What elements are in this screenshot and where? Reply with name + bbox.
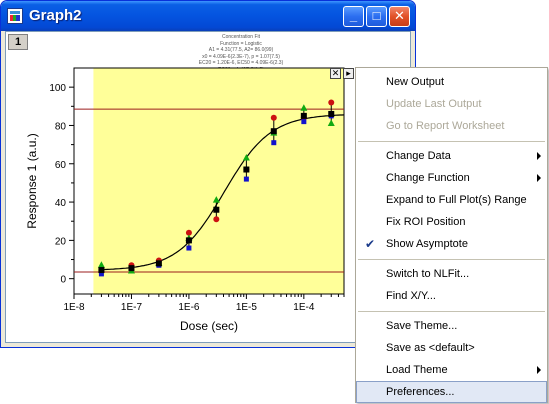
y-axis-title: Response 1 (a.u.) bbox=[25, 133, 39, 228]
data-point-circle[interactable] bbox=[270, 114, 277, 121]
menu-item-change-function[interactable]: Change Function bbox=[356, 167, 547, 189]
y-tick-label: 20 bbox=[55, 236, 67, 247]
y-tick-label: 100 bbox=[49, 83, 66, 94]
menu-item-switch-to-nlfit[interactable]: Switch to NLFit... bbox=[356, 263, 547, 285]
close-button[interactable]: ✕ bbox=[389, 6, 410, 27]
menu-item-preferences[interactable]: Preferences... bbox=[356, 381, 547, 403]
data-point-square[interactable] bbox=[301, 119, 307, 125]
data-point-square[interactable] bbox=[270, 128, 277, 135]
data-point-square[interactable] bbox=[243, 176, 249, 182]
submenu-arrow-icon bbox=[537, 174, 541, 182]
roi-context-menu: New Output Update Last Output Go to Repo… bbox=[355, 67, 548, 403]
data-point-square[interactable] bbox=[98, 267, 105, 274]
menu-item-fix-roi-position[interactable]: Fix ROI Position bbox=[356, 211, 547, 233]
x-tick-label: 1E-7 bbox=[121, 302, 143, 313]
y-tick-label: 0 bbox=[60, 275, 66, 286]
x-axis-title: Dose (sec) bbox=[180, 319, 238, 333]
data-point-square[interactable] bbox=[328, 110, 335, 117]
roi-region[interactable] bbox=[93, 68, 344, 294]
x-tick-label: 1E-5 bbox=[236, 302, 258, 313]
x-tick-label: 1E-6 bbox=[178, 302, 200, 313]
menu-item-load-theme[interactable]: Load Theme bbox=[356, 359, 547, 381]
data-point-square[interactable] bbox=[185, 237, 192, 244]
data-point-circle[interactable] bbox=[328, 99, 335, 106]
menu-separator bbox=[358, 311, 545, 312]
data-point-circle[interactable] bbox=[213, 216, 220, 223]
menu-item-save-as-default[interactable]: Save as <default> bbox=[356, 337, 547, 359]
data-point-square[interactable] bbox=[300, 112, 307, 119]
menu-separator bbox=[358, 259, 545, 260]
menu-item-expand-to-full-range[interactable]: Expand to Full Plot(s) Range bbox=[356, 189, 547, 211]
y-tick-label: 40 bbox=[55, 198, 67, 209]
minimize-button[interactable]: _ bbox=[343, 6, 364, 27]
menu-item-save-theme[interactable]: Save Theme... bbox=[356, 315, 547, 337]
x-tick-label: 1E-8 bbox=[63, 302, 85, 313]
data-point-square[interactable] bbox=[155, 260, 162, 267]
menu-item-change-data[interactable]: Change Data bbox=[356, 145, 547, 167]
data-point-square[interactable] bbox=[186, 245, 192, 251]
roi-menu-arrow-icon[interactable]: ▸ bbox=[343, 68, 354, 79]
graph-window-icon[interactable] bbox=[7, 8, 23, 24]
y-tick-label: 80 bbox=[55, 121, 67, 132]
menu-separator bbox=[358, 141, 545, 142]
menu-item-new-output[interactable]: New Output bbox=[356, 71, 547, 93]
submenu-arrow-icon bbox=[537, 366, 541, 374]
data-point-square[interactable] bbox=[213, 206, 220, 213]
title-bar[interactable]: Graph2 _ □ ✕ bbox=[1, 1, 415, 31]
data-point-square[interactable] bbox=[128, 265, 135, 272]
menu-item-go-to-report-worksheet[interactable]: Go to Report Worksheet bbox=[356, 115, 547, 137]
roi-close-icon[interactable]: ✕ bbox=[330, 68, 341, 79]
x-tick-label: 1E-4 bbox=[293, 302, 315, 313]
menu-item-show-asymptote[interactable]: ✔ Show Asymptote bbox=[356, 233, 547, 255]
data-point-square[interactable] bbox=[243, 166, 250, 173]
submenu-arrow-icon bbox=[537, 152, 541, 160]
menu-item-find-xy[interactable]: Find X/Y... bbox=[356, 285, 547, 307]
data-point-square[interactable] bbox=[271, 140, 277, 146]
y-tick-label: 60 bbox=[55, 160, 67, 171]
window-title: Graph2 bbox=[29, 7, 82, 24]
checkmark-icon: ✔ bbox=[365, 237, 376, 251]
menu-item-update-last-output[interactable]: Update Last Output bbox=[356, 93, 547, 115]
maximize-button[interactable]: □ bbox=[366, 6, 387, 27]
dose-response-chart[interactable]: 1E-8 1E-7 1E-6 1E-5 1E-4 0 20 40 60 80 100 Dose (se… bbox=[4, 30, 364, 340]
